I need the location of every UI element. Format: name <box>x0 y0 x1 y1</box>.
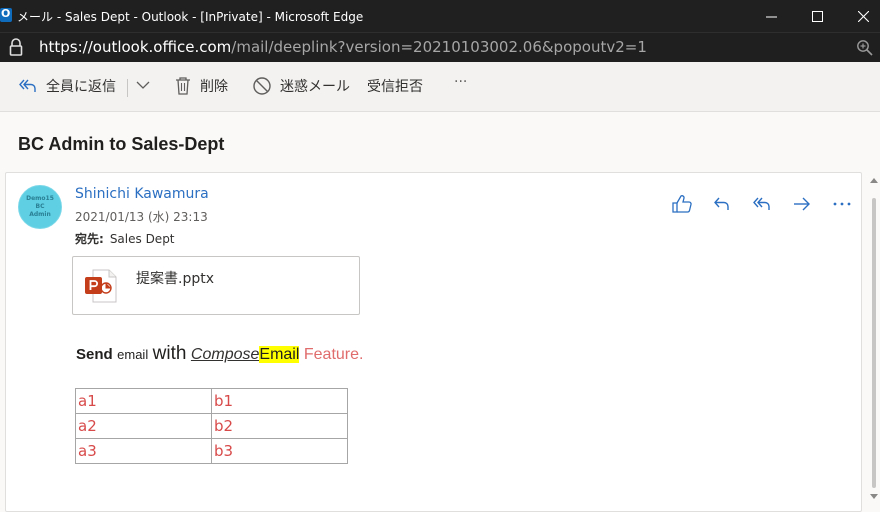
body-word-send: Send <box>76 346 113 363</box>
vertical-scrollbar[interactable] <box>866 172 880 507</box>
url-text[interactable]: https://outlook.office.com/mail/deeplink… <box>39 38 647 56</box>
to-label: 宛先: <box>75 232 104 246</box>
powerpoint-file-icon <box>85 269 117 303</box>
scroll-thumb[interactable] <box>872 198 876 488</box>
toolbar-divider <box>127 79 128 97</box>
delete-button[interactable]: 削除 <box>174 76 228 96</box>
trash-icon <box>176 77 190 95</box>
lock-icon <box>9 38 23 56</box>
reply-button[interactable] <box>702 193 742 215</box>
reply-all-icon <box>753 197 770 210</box>
message-table: a1 b1 a2 b2 a3 b3 <box>75 388 348 464</box>
zoom-icon[interactable] <box>856 39 874 57</box>
table-cell: b3 <box>211 438 348 464</box>
close-icon <box>857 10 869 22</box>
table-row: a3 b3 <box>75 438 348 464</box>
forward-button[interactable] <box>782 193 822 215</box>
reply-all-icon <box>19 79 36 92</box>
delete-label: 削除 <box>200 79 228 95</box>
table-cell: b1 <box>211 388 348 414</box>
more-actions-button[interactable]: ··· <box>454 74 467 90</box>
block-sender-button[interactable]: 受信拒否 <box>367 76 423 96</box>
message-date: 2021/01/13 (水) 23:13 <box>75 210 208 224</box>
url-path: /mail/deeplink?version=20210103002.06&po… <box>231 38 647 56</box>
junk-label: 迷惑メール <box>280 79 350 95</box>
reply-all-action-button[interactable] <box>742 193 782 215</box>
subject-area: BC Admin to Sales-Dept <box>0 112 880 172</box>
message-subject: BC Admin to Sales-Dept <box>18 134 225 154</box>
body-word-email-highlighted: Email <box>259 346 300 363</box>
more-actions-label: ··· <box>454 74 468 90</box>
avatar-line-3: Admin <box>29 211 51 218</box>
table-cell: b2 <box>211 413 348 439</box>
table-cell: a2 <box>75 413 212 439</box>
outlook-app-icon <box>0 7 12 22</box>
junk-button[interactable]: 迷惑メール <box>252 76 350 96</box>
avatar-line-2: BC <box>35 203 45 210</box>
table-row: a2 b2 <box>75 413 348 439</box>
body-word-compose: Compose <box>190 346 260 363</box>
minimize-icon <box>765 16 777 17</box>
table-cell: a3 <box>75 438 212 464</box>
attachment-card[interactable]: 提案書.pptx <box>72 256 360 315</box>
reply-all-label: 全員に返信 <box>46 79 116 95</box>
reply-options-dropdown[interactable] <box>136 80 150 90</box>
table-row: a1 b1 <box>75 388 348 414</box>
more-message-actions-button[interactable] <box>822 193 862 215</box>
recipient-line: 宛先: Sales Dept <box>75 230 175 247</box>
minimize-button[interactable] <box>748 0 794 32</box>
forward-icon <box>794 197 810 211</box>
like-button[interactable] <box>662 193 702 215</box>
body-word-with: with <box>152 343 187 364</box>
body-word-email: email <box>117 347 149 362</box>
message-actions <box>662 193 862 215</box>
address-bar[interactable]: https://outlook.office.com/mail/deeplink… <box>0 32 880 62</box>
body-word-feature: Feature. <box>303 346 364 363</box>
scroll-up-arrow-icon[interactable] <box>870 178 878 183</box>
close-button[interactable] <box>840 0 880 32</box>
maximize-icon <box>811 10 823 22</box>
reply-all-button[interactable]: 全員に返信 <box>18 76 116 96</box>
chevron-down-icon <box>136 81 150 89</box>
window-title: メール - Sales Dept - Outlook - [InPrivate]… <box>17 10 364 24</box>
block-icon <box>253 77 271 95</box>
block-sender-label: 受信拒否 <box>367 79 423 95</box>
scroll-down-arrow-icon[interactable] <box>870 494 878 499</box>
more-icon <box>833 202 851 206</box>
message-body-line: Send email with ComposeEmail Feature. <box>76 343 363 365</box>
to-value[interactable]: Sales Dept <box>110 232 175 246</box>
reply-icon <box>714 197 729 210</box>
title-bar: メール - Sales Dept - Outlook - [InPrivate]… <box>0 0 880 32</box>
maximize-button[interactable] <box>794 0 840 32</box>
avatar-line-1: Demo15 <box>26 195 54 202</box>
avatar[interactable]: Demo15 BC Admin <box>18 185 62 229</box>
command-bar: 全員に返信 削除 迷惑メール 受信拒否 ··· <box>0 62 880 112</box>
table-cell: a1 <box>75 388 212 414</box>
thumbs-up-icon <box>672 195 692 213</box>
url-host: https://outlook.office.com <box>39 38 232 56</box>
attachment-filename: 提案書.pptx <box>136 271 214 287</box>
sender-name[interactable]: Shinichi Kawamura <box>75 186 209 202</box>
